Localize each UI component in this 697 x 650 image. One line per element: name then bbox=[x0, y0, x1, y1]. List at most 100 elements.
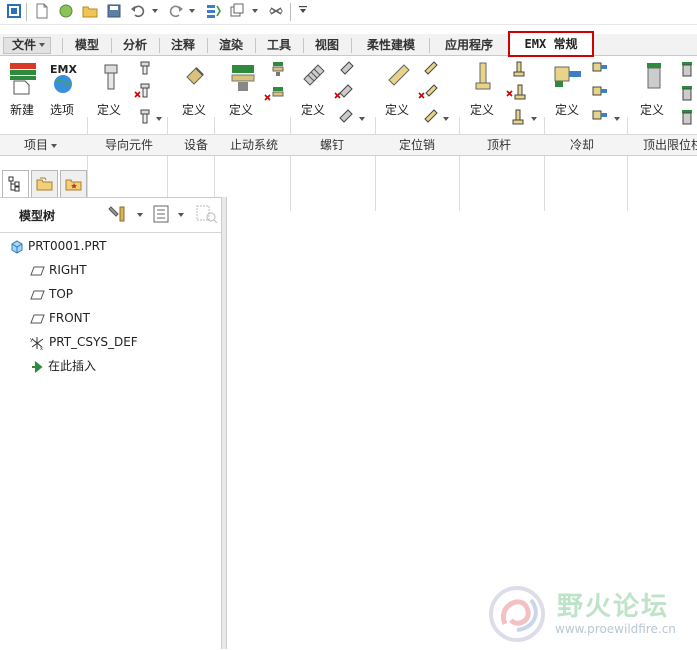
dowel-delete-icon[interactable] bbox=[418, 84, 438, 100]
ejector-stop-icon[interactable] bbox=[644, 61, 664, 91]
stop-system-icon[interactable] bbox=[230, 63, 256, 93]
tree-item-top[interactable]: TOP bbox=[30, 285, 73, 303]
open-folder-icon[interactable] bbox=[82, 3, 98, 19]
cooling-small-2-icon[interactable] bbox=[592, 85, 608, 99]
ejector-small-1-icon[interactable] bbox=[512, 61, 526, 77]
equipment-define-button[interactable]: 定义 bbox=[182, 101, 206, 118]
guide-pin-icon[interactable] bbox=[103, 63, 119, 93]
customize-icon[interactable] bbox=[295, 3, 311, 19]
column-filter-icon[interactable] bbox=[196, 205, 218, 223]
tab-emx-general[interactable]: EMX 常规 bbox=[508, 31, 594, 57]
guide-small-1-icon[interactable] bbox=[138, 61, 152, 75]
model-tree-panel: 模型树 PRT0001.PRT RIGHT TOP FRONT y x PRT_CS… bbox=[0, 197, 221, 650]
ejector-dropdown-icon[interactable] bbox=[531, 117, 537, 121]
screw-define-button[interactable]: 定义 bbox=[301, 101, 325, 118]
panel-splitter[interactable] bbox=[221, 197, 227, 649]
group-project-label: 项目 bbox=[24, 138, 49, 152]
tab-tools[interactable]: 工具 bbox=[258, 37, 300, 54]
save-icon[interactable] bbox=[106, 3, 122, 19]
group-dowel: 定位销 bbox=[399, 138, 436, 152]
svg-text:y: y bbox=[30, 337, 33, 343]
cooling-icon[interactable] bbox=[553, 63, 583, 89]
windows-dropdown-icon[interactable] bbox=[252, 9, 258, 13]
ejector-stop-define-button[interactable]: 定义 bbox=[640, 101, 664, 118]
guide-delete-icon[interactable] bbox=[134, 83, 152, 99]
show-settings-dropdown-icon[interactable] bbox=[178, 213, 184, 217]
options-button-label[interactable]: 选项 bbox=[50, 101, 74, 118]
tree-item-insert-here[interactable]: 在此插入 bbox=[30, 357, 96, 375]
tab-file[interactable]: 文件 bbox=[3, 37, 51, 54]
close-window-icon[interactable] bbox=[268, 3, 284, 19]
tools-icon[interactable] bbox=[108, 205, 128, 223]
ejector-delete-icon[interactable] bbox=[506, 84, 526, 100]
regenerate-icon[interactable] bbox=[205, 3, 221, 19]
guide-define-button[interactable]: 定义 bbox=[97, 101, 121, 118]
tree-item-csys[interactable]: y x PRT_CSYS_DEF bbox=[30, 333, 138, 351]
windows-icon[interactable] bbox=[229, 3, 245, 19]
screw-dropdown-icon[interactable] bbox=[359, 117, 365, 121]
file-dropdown-icon bbox=[39, 43, 45, 47]
tab-folder-browser[interactable] bbox=[31, 170, 58, 197]
insert-arrow-icon bbox=[32, 360, 43, 373]
svg-text:x: x bbox=[40, 346, 43, 351]
tree-item-top-label: TOP bbox=[49, 287, 74, 301]
csys-icon: yx bbox=[30, 336, 44, 351]
tab-annotate[interactable]: 注释 bbox=[162, 37, 204, 54]
tree-item-insert-label: 在此插入 bbox=[48, 359, 97, 373]
app-icon[interactable] bbox=[6, 3, 22, 19]
group-project[interactable]: 项目 bbox=[24, 137, 58, 153]
undo-icon[interactable] bbox=[130, 3, 146, 19]
undo-dropdown-icon[interactable] bbox=[152, 9, 158, 13]
cooling-dropdown-icon[interactable] bbox=[614, 117, 620, 121]
tab-render[interactable]: 渲染 bbox=[210, 37, 252, 54]
redo-icon[interactable] bbox=[168, 3, 184, 19]
tab-model-tree[interactable] bbox=[2, 170, 29, 198]
favorites-icon bbox=[65, 179, 82, 191]
ejector-stop-small-2-icon[interactable] bbox=[680, 85, 694, 101]
screw-edit-icon[interactable] bbox=[338, 109, 354, 125]
redo-dropdown-icon[interactable] bbox=[189, 9, 195, 13]
stop-delete-icon[interactable] bbox=[264, 86, 284, 102]
new-file-icon[interactable] bbox=[34, 3, 50, 19]
datum-plane-icon bbox=[30, 314, 45, 323]
tools-dropdown-icon[interactable] bbox=[137, 213, 143, 217]
tab-flexible-modeling[interactable]: 柔性建模 bbox=[356, 37, 426, 54]
screw-icon[interactable] bbox=[302, 63, 326, 89]
tab-analysis[interactable]: 分析 bbox=[114, 37, 156, 54]
tab-file-label: 文件 bbox=[11, 38, 36, 52]
stop-small-1-icon[interactable] bbox=[268, 61, 284, 77]
guide-edit-icon[interactable] bbox=[138, 109, 152, 125]
cooling-define-button[interactable]: 定义 bbox=[555, 101, 579, 118]
stop-define-button[interactable]: 定义 bbox=[229, 101, 253, 118]
tab-model[interactable]: 模型 bbox=[66, 37, 108, 54]
tab-favorites[interactable] bbox=[60, 170, 87, 197]
show-settings-icon[interactable] bbox=[153, 205, 171, 223]
tab-applications[interactable]: 应用程序 bbox=[434, 37, 504, 54]
ejector-stop-small-3-icon[interactable] bbox=[680, 109, 694, 125]
cooling-small-3-icon[interactable] bbox=[592, 109, 608, 123]
ejector-pin-icon[interactable] bbox=[475, 61, 491, 91]
dowel-small-1-icon[interactable] bbox=[424, 61, 438, 75]
group-screw: 螺钉 bbox=[320, 138, 345, 152]
dowel-define-button[interactable]: 定义 bbox=[385, 101, 409, 118]
tree-item-right[interactable]: RIGHT bbox=[30, 261, 87, 279]
guide-dropdown-icon[interactable] bbox=[156, 117, 162, 121]
equipment-icon[interactable] bbox=[184, 65, 206, 87]
ejector-define-button[interactable]: 定义 bbox=[470, 101, 494, 118]
ejector-stop-small-1-icon[interactable] bbox=[680, 61, 694, 77]
dowel-edit-icon[interactable] bbox=[422, 109, 438, 125]
dowel-dropdown-icon[interactable] bbox=[443, 117, 449, 121]
ejector-edit-icon[interactable] bbox=[510, 109, 526, 125]
dowel-pin-icon[interactable] bbox=[387, 63, 411, 89]
cooling-small-1-icon[interactable] bbox=[592, 61, 608, 75]
new-project-icon[interactable] bbox=[8, 61, 38, 95]
open-sphere-icon[interactable] bbox=[58, 3, 74, 19]
tab-view[interactable]: 视图 bbox=[306, 37, 348, 54]
screw-delete-icon[interactable] bbox=[334, 84, 354, 100]
tree-item-front[interactable]: FRONT bbox=[30, 309, 90, 327]
emx-options-icon[interactable]: EMX bbox=[47, 61, 79, 95]
screw-small-1-icon[interactable] bbox=[340, 61, 354, 75]
svg-text:EMX: EMX bbox=[50, 63, 77, 76]
new-button-label[interactable]: 新建 bbox=[10, 101, 34, 118]
tree-item-part[interactable]: PRT0001.PRT bbox=[10, 237, 106, 255]
